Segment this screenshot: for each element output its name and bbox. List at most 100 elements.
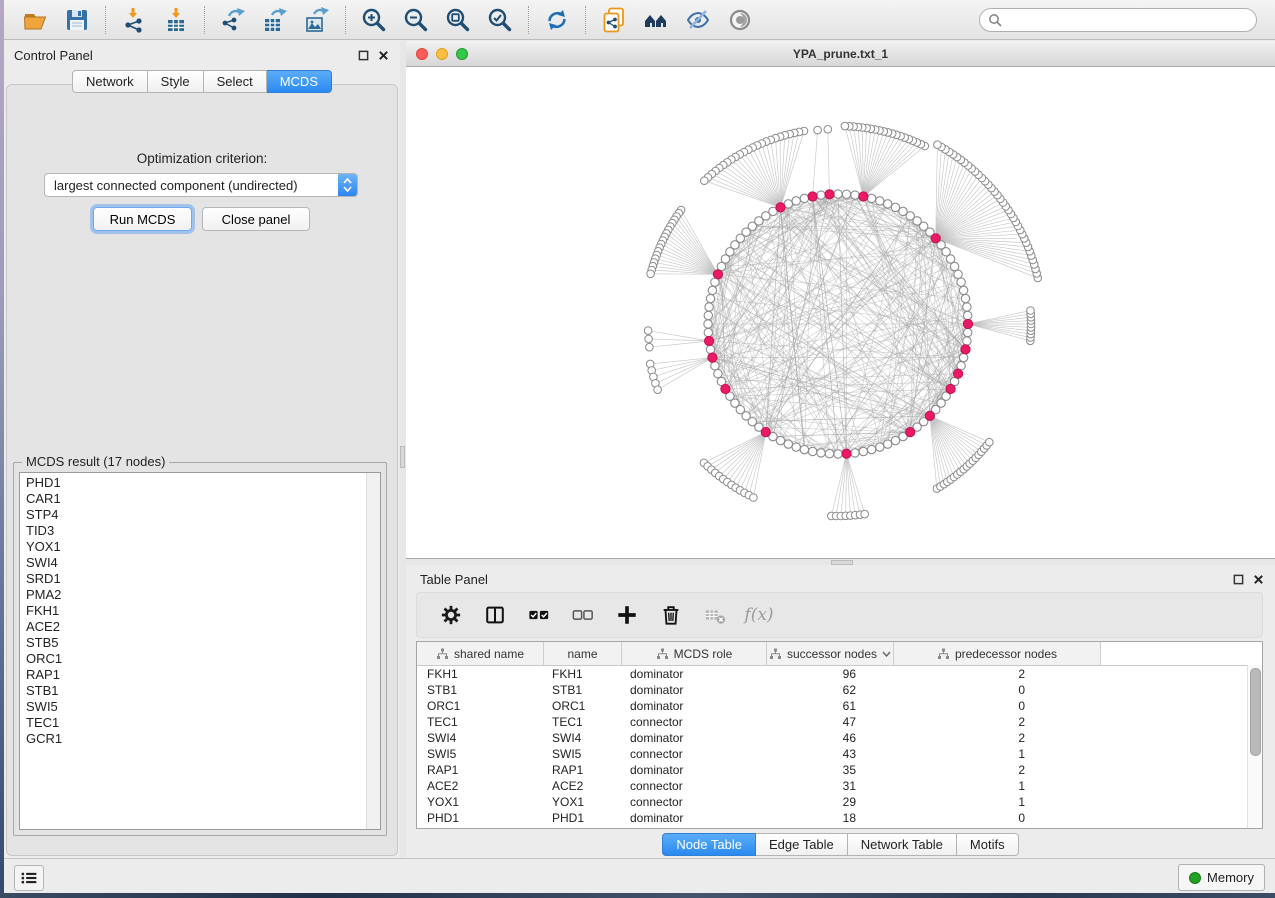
mcds-result-item[interactable]: PHD1 — [26, 475, 380, 491]
zoom-selected-icon[interactable] — [487, 7, 513, 33]
column-header-predecessor-nodes[interactable]: predecessor nodes — [894, 642, 1101, 665]
mcds-list-scrollbar[interactable] — [366, 473, 380, 829]
tab-mcds[interactable]: MCDS — [267, 70, 332, 93]
column-header-successor-nodes[interactable]: successor nodes — [767, 642, 894, 665]
column-header-shared-name[interactable]: shared name — [417, 642, 544, 665]
table-row[interactable]: SWI4SWI4dominator462 — [417, 730, 1262, 746]
mcds-result-item[interactable]: CAR1 — [26, 491, 380, 507]
open-session-icon[interactable] — [22, 7, 48, 33]
network-graph-canvas[interactable] — [406, 67, 1275, 559]
binoculars-icon[interactable] — [643, 7, 669, 33]
tab-style[interactable]: Style — [148, 70, 204, 93]
dropdown-stepper-icon — [338, 174, 357, 196]
show-columns-icon[interactable] — [483, 603, 507, 627]
import-table-icon[interactable] — [163, 7, 189, 33]
apply-layout-icon[interactable] — [544, 7, 570, 33]
table-cell: 2 — [894, 667, 1101, 681]
control-panel-title: Control Panel — [14, 48, 350, 63]
table-row[interactable]: ORC1ORC1dominator610 — [417, 698, 1262, 714]
add-column-plus-icon[interactable] — [615, 603, 639, 627]
show-task-history-button[interactable] — [14, 865, 44, 891]
export-network-icon[interactable] — [220, 7, 246, 33]
mcds-result-item[interactable]: SRD1 — [26, 571, 380, 587]
table-cell: 47 — [767, 715, 894, 729]
tab-network-table[interactable]: Network Table — [848, 833, 957, 856]
share-network-document-icon[interactable] — [601, 7, 627, 33]
show-all-eye-icon[interactable] — [727, 7, 753, 33]
splitter-grip[interactable] — [400, 446, 405, 468]
table-cell: 62 — [767, 683, 894, 697]
run-mcds-button[interactable]: Run MCDS — [93, 207, 192, 231]
tab-network[interactable]: Network — [72, 70, 148, 93]
table-cell: 61 — [767, 699, 894, 713]
table-row[interactable]: SWI5SWI5connector431 — [417, 746, 1262, 762]
table-cell: STB1 — [417, 683, 544, 697]
scrollbar-thumb[interactable] — [1250, 668, 1261, 756]
table-cell: 0 — [894, 811, 1101, 825]
mcds-result-item[interactable]: TID3 — [26, 523, 380, 539]
table-row[interactable]: FKH1FKH1dominator962 — [417, 666, 1262, 682]
export-table-icon[interactable] — [262, 7, 288, 33]
save-session-icon[interactable] — [64, 7, 90, 33]
close-panel-icon[interactable] — [1252, 573, 1265, 586]
mcds-result-item[interactable]: RAP1 — [26, 667, 380, 683]
mcds-result-item[interactable]: ORC1 — [26, 651, 380, 667]
table-cell: 1 — [894, 795, 1101, 809]
memory-button[interactable]: Memory — [1178, 864, 1265, 891]
table-options-gear-icon[interactable] — [439, 603, 463, 627]
table-cell: PHD1 — [417, 811, 544, 825]
table-row[interactable]: TEC1TEC1connector472 — [417, 714, 1262, 730]
zoom-in-icon[interactable] — [361, 7, 387, 33]
table-cell: SWI4 — [544, 731, 622, 745]
search-input[interactable] — [1007, 10, 1256, 30]
close-panel-icon[interactable] — [377, 49, 390, 62]
tab-edge-table[interactable]: Edge Table — [756, 833, 848, 856]
float-panel-icon[interactable] — [357, 49, 370, 62]
close-panel-button[interactable]: Close panel — [202, 207, 310, 231]
table-row[interactable]: STB1STB1dominator620 — [417, 682, 1262, 698]
mcds-result-item[interactable]: STP4 — [26, 507, 380, 523]
delete-column-trash-icon[interactable] — [659, 603, 683, 627]
column-header-name[interactable]: name — [544, 642, 622, 665]
table-cell: connector — [622, 779, 767, 793]
tab-motifs[interactable]: Motifs — [957, 833, 1019, 856]
mcds-result-item[interactable]: TEC1 — [26, 715, 380, 731]
mcds-result-item[interactable]: ACE2 — [26, 619, 380, 635]
table-cell: dominator — [622, 667, 767, 681]
select-all-columns-icon[interactable] — [527, 603, 551, 627]
mcds-result-item[interactable]: STB1 — [26, 683, 380, 699]
unselect-all-columns-icon[interactable] — [571, 603, 595, 627]
table-cell: FKH1 — [544, 667, 622, 681]
table-cell: YOX1 — [544, 795, 622, 809]
tab-select[interactable]: Select — [204, 70, 267, 93]
table-row[interactable]: RAP1RAP1dominator352 — [417, 762, 1262, 778]
table-row[interactable]: PHD1PHD1dominator180 — [417, 810, 1262, 826]
float-panel-icon[interactable] — [1232, 573, 1245, 586]
network-window-titlebar[interactable]: YPA_prune.txt_1 — [406, 41, 1275, 67]
table-cell: dominator — [622, 763, 767, 777]
import-network-icon[interactable] — [121, 7, 147, 33]
mcds-result-list[interactable]: PHD1CAR1STP4TID3YOX1SWI4SRD1PMA2FKH1ACE2… — [19, 472, 381, 830]
column-header-MCDS-role[interactable]: MCDS role — [622, 642, 767, 665]
table-cell: dominator — [622, 683, 767, 697]
table-row[interactable]: YOX1YOX1connector291 — [417, 794, 1262, 810]
mcds-result-item[interactable]: FKH1 — [26, 603, 380, 619]
table-row[interactable]: ACE2ACE2connector311 — [417, 778, 1262, 794]
mcds-result-item[interactable]: STB5 — [26, 635, 380, 651]
mcds-result-item[interactable]: YOX1 — [26, 539, 380, 555]
table-panel-title: Table Panel — [420, 572, 1225, 587]
tab-node-table[interactable]: Node Table — [662, 833, 756, 856]
table-cell: connector — [622, 747, 767, 761]
mcds-result-item[interactable]: SWI5 — [26, 699, 380, 715]
mcds-result-item[interactable]: SWI4 — [26, 555, 380, 571]
export-image-icon[interactable] — [304, 7, 330, 33]
node-table-scrollbar[interactable] — [1247, 665, 1262, 828]
criterion-dropdown[interactable]: largest connected component (undirected) — [44, 173, 358, 197]
mcds-result-item[interactable]: GCR1 — [26, 731, 380, 747]
zoom-out-icon[interactable] — [403, 7, 429, 33]
mcds-result-item[interactable]: PMA2 — [26, 587, 380, 603]
table-cell: 96 — [767, 667, 894, 681]
table-cell: 2 — [894, 731, 1101, 745]
zoom-fit-icon[interactable] — [445, 7, 471, 33]
hide-selected-eye-slash-icon[interactable] — [685, 7, 711, 33]
